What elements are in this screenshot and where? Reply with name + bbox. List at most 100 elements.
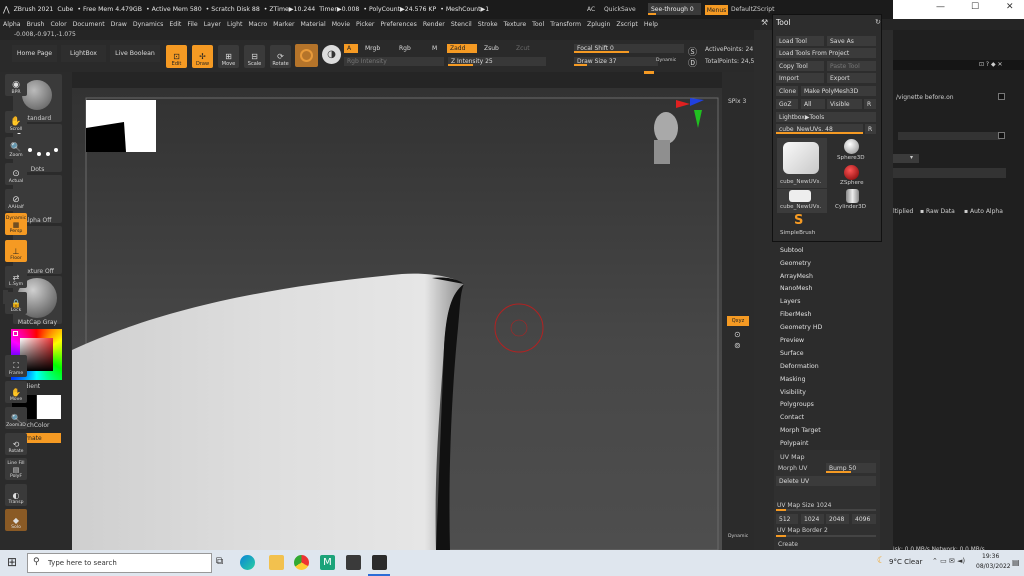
menu-movie[interactable]: Movie (332, 21, 350, 28)
subpanel-dropdown[interactable]: ▾ (893, 154, 919, 163)
load-tools-from-project-button[interactable]: Load Tools From Project (776, 48, 876, 58)
menu-item-preview[interactable]: Preview (780, 337, 804, 344)
zcut-button[interactable]: Zcut (513, 44, 535, 53)
menu-transform[interactable]: Transform (550, 21, 581, 28)
menu-stencil[interactable]: Stencil (451, 21, 472, 28)
current-tool-r-button[interactable]: R (865, 124, 876, 134)
m-button[interactable]: M (429, 44, 441, 53)
clone-button[interactable]: Clone (776, 86, 798, 96)
goz-all-button[interactable]: All (801, 99, 825, 109)
rotate-y-icon[interactable]: ⊙ (734, 330, 741, 339)
menu-item-arraymesh[interactable]: ArrayMesh (780, 273, 813, 280)
load-tool-button[interactable]: Load Tool (776, 36, 824, 46)
copy-tool-button[interactable]: Copy Tool (776, 61, 824, 71)
scroll-button[interactable]: ✋ Scroll (5, 111, 27, 133)
linefill-button[interactable]: Line Fill ▤ PolyF (5, 458, 27, 480)
uv-size-2048-button[interactable]: 2048 (826, 514, 849, 524)
menu-document[interactable]: Document (73, 21, 105, 28)
menu-material[interactable]: Material (301, 21, 326, 28)
scale-mode-button[interactable]: ⊟ Scale (244, 45, 265, 68)
uv-size-512-button[interactable]: 512 (776, 514, 798, 524)
field-checkbox[interactable] (998, 132, 1005, 139)
persp-button[interactable]: Dynamic ▦ Persp (5, 213, 27, 235)
save-as-button[interactable]: Save As (827, 36, 876, 46)
minimize-icon[interactable]: — (936, 2, 945, 12)
taskbar-search-input[interactable]: ⚲ Type here to search (27, 553, 212, 573)
menu-preferences[interactable]: Preferences (380, 21, 416, 28)
ac-label[interactable]: AC (587, 6, 595, 13)
lightbox-tools-button[interactable]: Lightbox▶Tools (776, 112, 876, 122)
clock-date[interactable]: 08/03/2022 (976, 563, 1011, 570)
menu-texture[interactable]: Texture (504, 21, 527, 28)
mrgb-button[interactable]: Mrgb (362, 44, 388, 53)
clock-time[interactable]: 19:36 (982, 553, 999, 560)
tool-thumb-sphere3d[interactable]: Sphere3D (830, 138, 875, 166)
menu-draw[interactable]: Draw (111, 21, 127, 28)
lock-button[interactable]: 🔒 Lock (5, 292, 27, 314)
menu-light[interactable]: Light (227, 21, 242, 28)
menu-brush[interactable]: Brush (27, 21, 45, 28)
tray-icons[interactable]: ⌃ ▭ ✉ ◄) (932, 557, 965, 565)
aahalf-button[interactable]: ⊘ AAHalf (5, 189, 27, 211)
menu-zplugin[interactable]: Zplugin (587, 21, 610, 28)
zadd-button[interactable]: Zadd (447, 44, 477, 53)
zbrush-taskbar-icon[interactable] (372, 555, 387, 570)
menu-item-subtool[interactable]: Subtool (780, 247, 804, 254)
menu-macro[interactable]: Macro (248, 21, 267, 28)
menu-color[interactable]: Color (50, 21, 66, 28)
menu-picker[interactable]: Picker (356, 21, 374, 28)
focal-shift-slider[interactable]: Focal Shift 0 (574, 44, 684, 53)
menus-button[interactable]: Menus (705, 5, 728, 15)
transp-button[interactable]: ◐ Transp (5, 484, 27, 506)
maximize-icon[interactable]: ☐ (971, 2, 979, 12)
menu-edit[interactable]: Edit (169, 21, 181, 28)
uv-size-4096-button[interactable]: 4096 (852, 514, 876, 524)
paste-tool-button[interactable]: Paste Tool (827, 61, 876, 71)
chrome-icon[interactable] (294, 555, 309, 570)
path-checkbox[interactable] (998, 93, 1005, 100)
tool-thumb-simplebrush[interactable]: S SimpleBrush (777, 213, 827, 239)
canvas-viewport[interactable] (72, 88, 722, 550)
goz-button[interactable]: GoZ (776, 99, 798, 109)
home-page-button[interactable]: Home Page (12, 45, 57, 62)
menu-item-layers[interactable]: Layers (780, 298, 800, 305)
menu-item-geometry[interactable]: Geometry (780, 260, 811, 267)
menu-alpha[interactable]: Alpha (3, 21, 21, 28)
sculpt-canvas[interactable] (72, 88, 722, 550)
z-intensity-slider[interactable]: Z Intensity 25 (448, 57, 546, 66)
raw-data-checkbox[interactable]: ▪ Raw Data (920, 208, 955, 215)
see-through-slider[interactable]: See-through 0 (648, 3, 701, 15)
uv-map-border-slider[interactable]: UV Map Border 2 (777, 527, 828, 534)
zoom-button[interactable]: 🔍 Zoom (5, 137, 27, 159)
auto-alpha-checkbox[interactable]: ▪ Auto Alpha (964, 208, 1003, 215)
live-boolean-button[interactable]: Live Boolean (110, 45, 160, 62)
subpanel-field[interactable] (898, 132, 1000, 140)
menu-zscript[interactable]: Zscript (616, 21, 637, 28)
goz-r-button[interactable]: R (864, 99, 876, 109)
current-tool-slider[interactable]: cube_NewUVs. 48 (776, 124, 863, 134)
rotate-button[interactable]: ⟲ Rotate (5, 433, 27, 455)
menu-render[interactable]: Render (423, 21, 445, 28)
draw-mode-button[interactable]: ✢ Draw (192, 45, 213, 68)
menu-stroke[interactable]: Stroke (478, 21, 498, 28)
menu-item-polygroups[interactable]: Polygroups (780, 401, 814, 408)
menu-help[interactable]: Help (644, 21, 658, 28)
menu-item-contact[interactable]: Contact (780, 414, 804, 421)
notifications-icon[interactable]: ▤ (1012, 558, 1020, 567)
menu-dynamics[interactable]: Dynamics (133, 21, 164, 28)
windows-start-icon[interactable]: ⊞ (7, 555, 17, 569)
app-icon[interactable] (346, 555, 361, 570)
menu-item-surface[interactable]: Surface (780, 350, 804, 357)
menu-item-geometry-hd[interactable]: Geometry HD (780, 324, 822, 331)
move-button[interactable]: ✋ Move (5, 381, 27, 403)
dynamic-toggle[interactable]: Dynamic (656, 58, 676, 63)
goz-visible-button[interactable]: Visible (827, 99, 862, 109)
weather-text[interactable]: 9°C Clear (889, 558, 922, 566)
menu-item-morph-target[interactable]: Morph Target (780, 427, 821, 434)
rotate-z-icon[interactable]: ⊚ (734, 341, 741, 350)
zoom3d-button[interactable]: 🔍 Zoom3D (5, 407, 27, 429)
tool-thumb-cube-2[interactable]: cube_NewUVs. (777, 189, 827, 213)
menu-item-nanomesh[interactable]: NanoMesh (780, 285, 812, 292)
create-button[interactable]: Create (778, 541, 798, 548)
spix-slider[interactable]: SPix 3 (728, 98, 746, 105)
